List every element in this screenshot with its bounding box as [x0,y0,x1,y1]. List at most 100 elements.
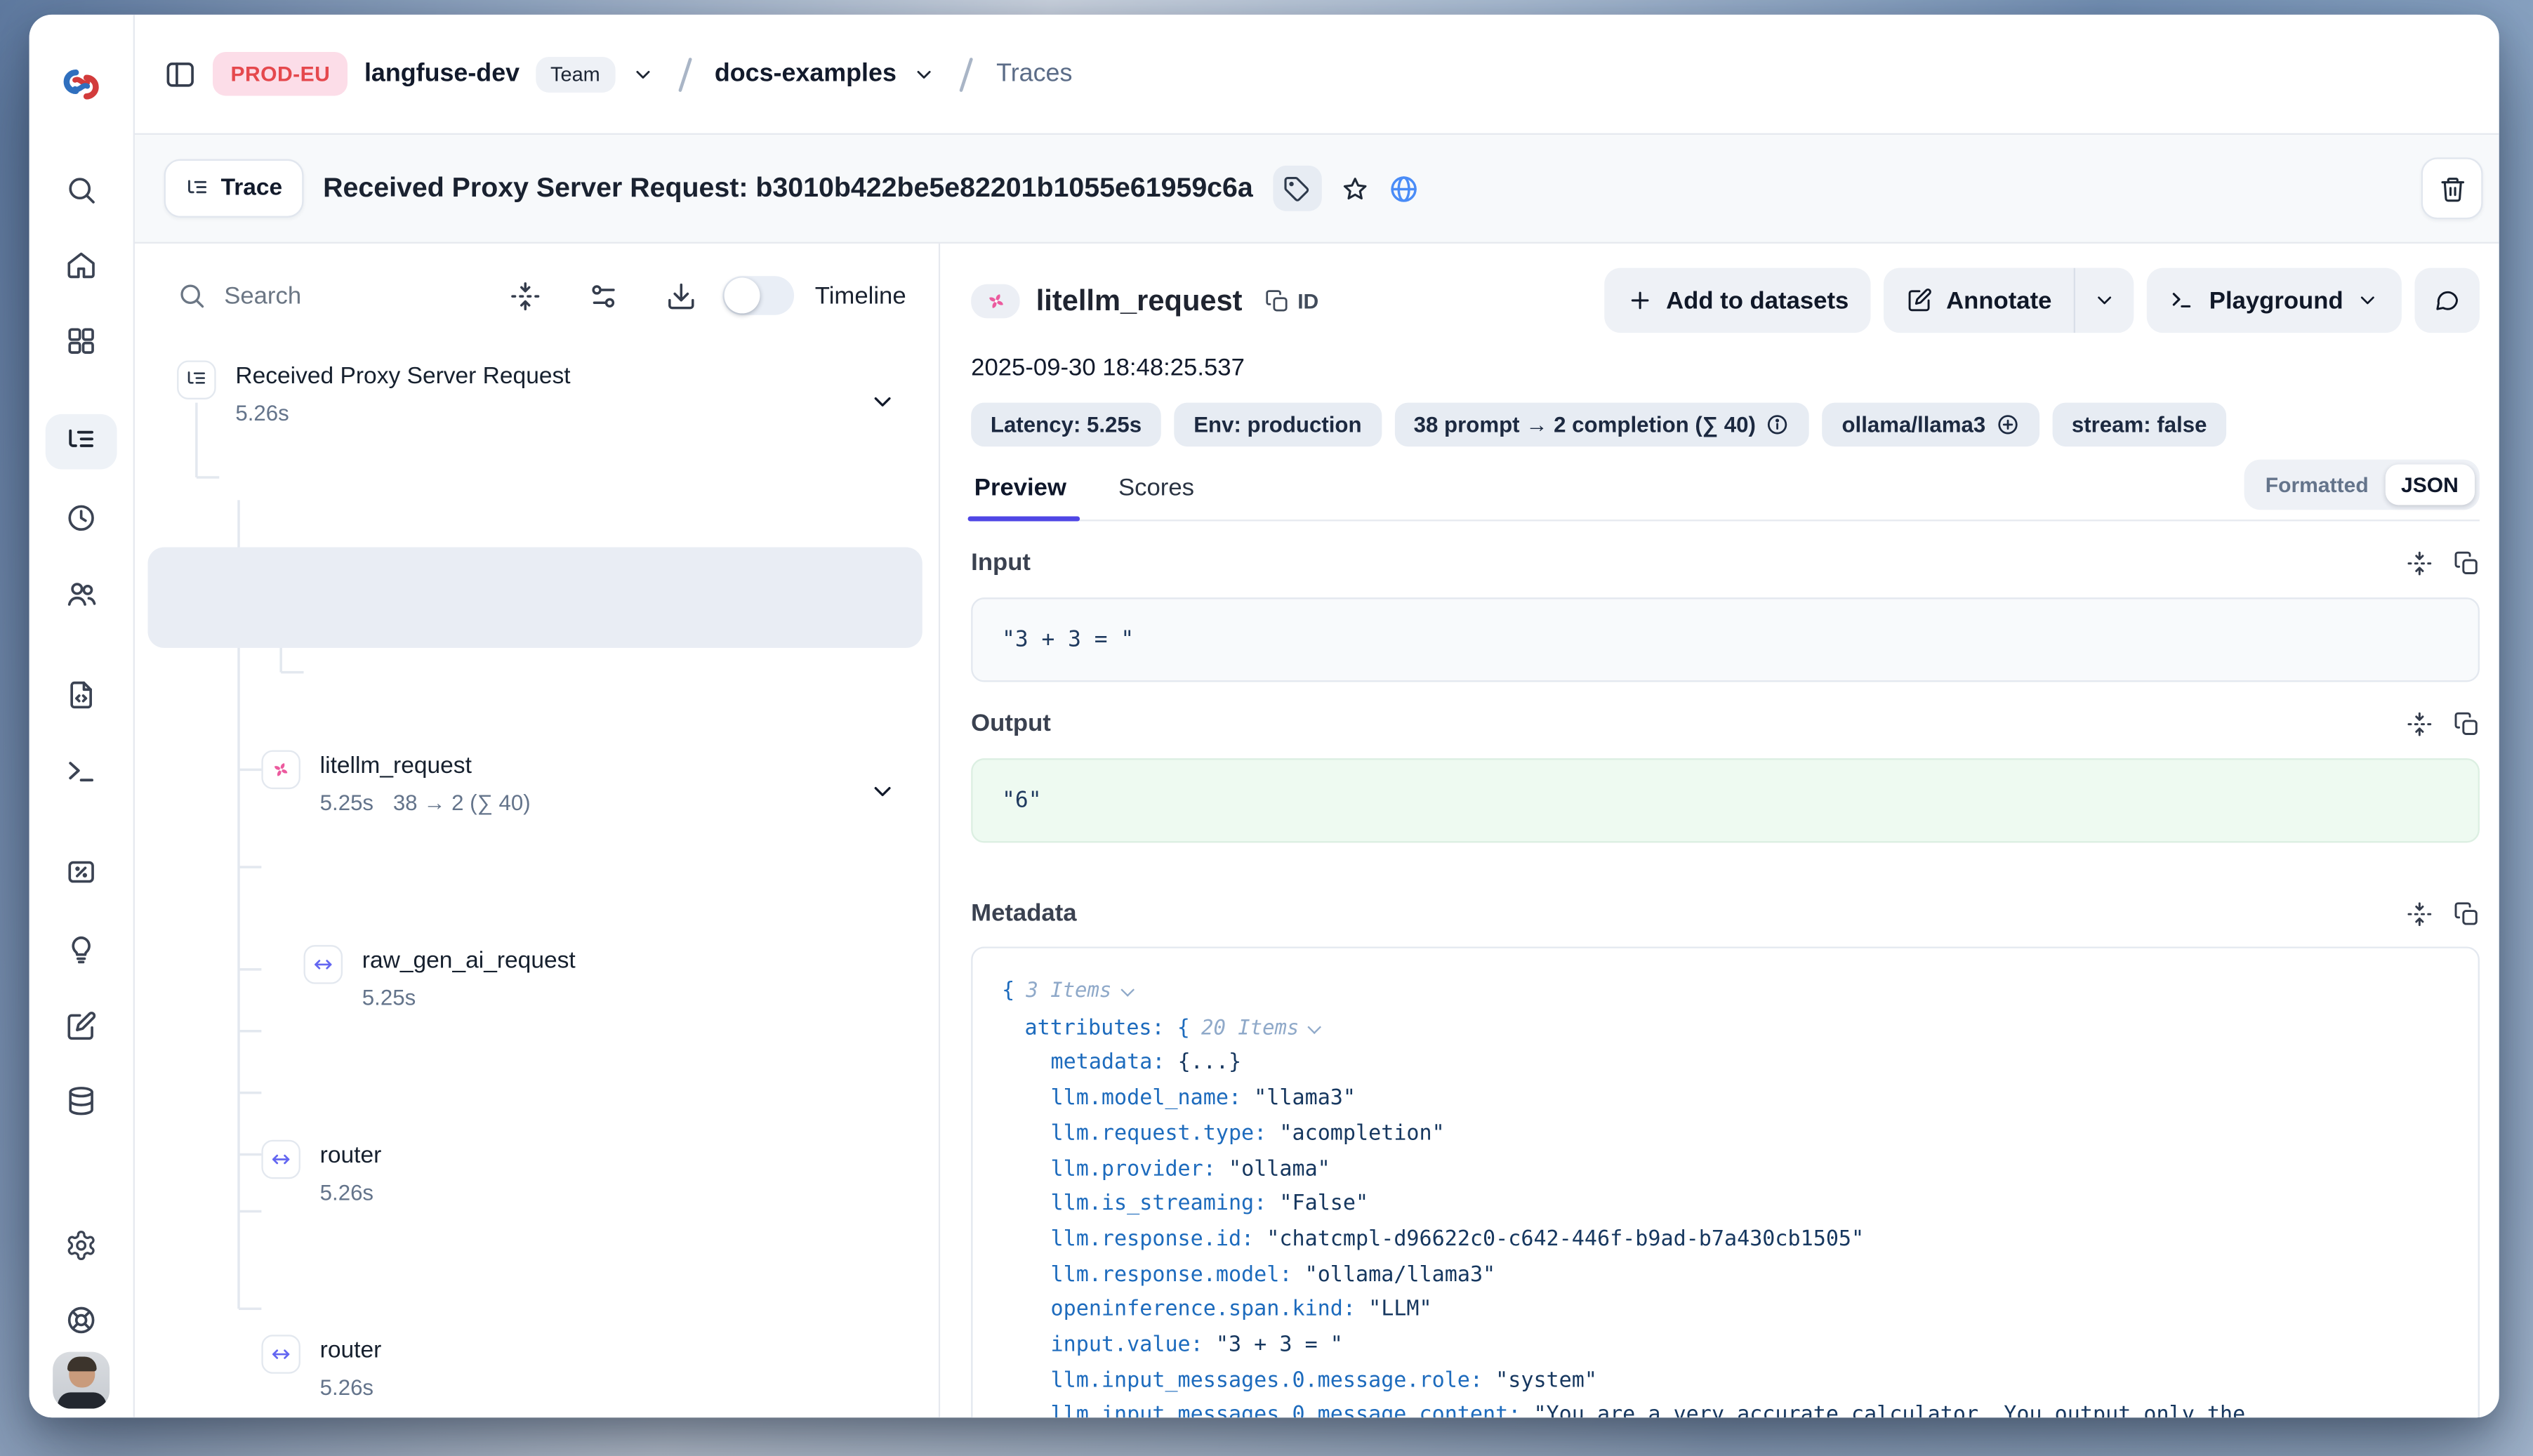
toggle-knob [724,278,760,314]
timeline-label: Timeline [815,282,906,309]
json-key: input.value: [1051,1333,1203,1358]
json-line: metadata: {...} [1002,1047,2449,1082]
output-section-header: Output [971,710,2480,737]
environment-badge[interactable]: PROD-EU [213,52,348,95]
rail-users-icon[interactable] [46,567,117,622]
tree-node-router[interactable]: router [135,1007,939,1055]
rail-insights-lightbulb-icon[interactable] [46,922,117,978]
tree-node-router[interactable]: router5.26s [135,847,939,932]
copy-icon[interactable] [2454,550,2480,576]
tree-node-received-proxy-server-request[interactable]: Received Proxy Server Request5.26s [135,458,939,542]
org-type-badge: Team [536,56,614,92]
user-avatar[interactable] [53,1352,110,1409]
avatar-shirt [57,1392,105,1408]
metadata-section-icons [2407,901,2480,927]
json-option[interactable]: JSON [2385,465,2475,505]
json-key: llm.model_name: [1051,1087,1242,1111]
tab-preview[interactable]: Preview [971,474,1089,519]
playground-button[interactable]: Playground [2148,268,2402,333]
collapse-chevron-icon[interactable] [868,388,896,424]
comments-button[interactable] [2414,268,2480,333]
rail-search-icon[interactable] [46,162,117,218]
rail-support-lifebuoy-icon[interactable] [46,1292,117,1348]
tree-node-received-proxy-server-request[interactable]: Received Proxy Server Request 5.26s [135,360,939,444]
tab-scores[interactable]: Scores [1115,474,1217,519]
tags-button[interactable] [1273,166,1321,211]
public-globe-button[interactable] [1388,173,1419,204]
breadcrumb-separator [677,57,691,91]
langfuse-logo-icon[interactable] [60,63,102,105]
rail-home-icon[interactable] [46,237,117,293]
annotate-button[interactable]: Annotate [1884,268,2075,333]
json-line: llm.request.type: "acompletion" [1002,1117,2449,1152]
plus-circle-icon[interactable] [1995,413,2020,437]
rail-annotation-file-pen-icon[interactable] [46,998,117,1054]
tree-node-router[interactable]: router5.26s [135,750,939,835]
copy-id-button[interactable]: ID [1265,289,1318,313]
breadcrumb: PROD-EU langfuse-dev Team docs-examples … [135,15,2499,135]
fold-vertical-icon[interactable] [2407,550,2433,576]
breadcrumb-page[interactable]: Traces [996,59,1072,88]
json-collapse-toggle[interactable]: 20 Items [1201,1014,1317,1039]
tree-node-proxy-pre-call[interactable]: proxy_pre_call [135,1068,939,1117]
tree-node-raw-gen-ai-request[interactable]: raw_gen_ai_request5.25s [135,653,939,737]
json-line: llm.input_messages.0.message.content: "Y… [1002,1399,2449,1418]
sidebar-toggle-button[interactable] [164,58,197,90]
org-name[interactable]: langfuse-dev [364,59,520,88]
rail-playground-terminal-icon[interactable] [46,743,117,799]
copy-icon[interactable] [2454,901,2480,927]
fold-vertical-icon[interactable] [2407,901,2433,927]
main-column: PROD-EU langfuse-dev Team docs-examples … [135,15,2499,1417]
rail-dashboard-grid-icon[interactable] [46,313,117,369]
json-value: "You are a very accurate calculator. You… [1533,1403,2245,1417]
tree-node-metrics: 5.26s [235,401,289,425]
org-chevron-down-icon[interactable] [631,62,654,85]
rail-tracing-tree-icon[interactable] [46,414,117,470]
langfuse-app-window: PROD-EU langfuse-dev Team docs-examples … [29,15,2499,1417]
json-collapse-toggle[interactable]: 3 Items [1026,977,1129,1002]
tree-search-input[interactable] [224,282,402,309]
rail-datasets-database-icon[interactable] [46,1073,117,1129]
bookmark-star-button[interactable] [1341,175,1368,202]
output-section-icons [2407,710,2480,736]
formatted-option[interactable]: Formatted [2249,465,2385,505]
delete-trace-button[interactable] [2421,157,2483,219]
rail-evaluation-percent-icon[interactable] [46,845,117,900]
json-value: "3 + 3 = " [1216,1333,1343,1358]
span-badge: 38 prompt → 2 completion (∑ 40) [1394,403,1809,446]
download-icon[interactable] [666,280,696,311]
json-line: llm.input_messages.0.message.role: "syst… [1002,1363,2449,1398]
sliders-icon[interactable] [588,280,619,311]
add-to-datasets-button[interactable]: Add to datasets [1604,268,1872,333]
rail-sessions-clock-icon[interactable] [46,491,117,546]
tracing-tree-icon [177,360,216,399]
avatar-hair [67,1357,96,1372]
input-section-icons [2407,550,2480,576]
tree-node-router[interactable]: router [135,1130,939,1179]
timeline-toggle[interactable] [722,276,794,315]
copy-icon[interactable] [2454,710,2480,736]
tree-node-self[interactable]: self5.23s [135,1290,939,1374]
tree-node-self[interactable]: self5.23s [135,1192,939,1276]
id-label: ID [1297,289,1318,313]
fold-vertical-icon[interactable] [2407,710,2433,736]
annotate-dropdown-chevron[interactable] [2076,268,2134,333]
json-line: llm.model_name: "llama3" [1002,1082,2449,1117]
tree-search[interactable] [177,281,510,310]
json-key: llm.response.id: [1051,1227,1255,1252]
tree-node-proxy-pre-call[interactable]: proxy_pre_call [135,945,939,993]
info-icon[interactable] [1766,413,1790,437]
json-key: llm.response.model: [1051,1263,1292,1288]
span-header: litellm_request ID Add to datasets [971,268,2480,333]
rail-prompts-file-code-icon[interactable] [46,668,117,723]
project-chevron-down-icon[interactable] [913,62,935,85]
json-line: llm.provider: "ollama" [1002,1152,2449,1187]
rail-settings-gear-icon[interactable] [46,1218,117,1273]
metadata-json-viewer: {3 Itemsattributes: {20 Itemsmetadata: {… [971,946,2480,1417]
project-name[interactable]: docs-examples [715,59,897,88]
tree-node-label: Received Proxy Server Request [235,364,570,390]
tree-toolbar-icons [510,280,696,311]
input-section-header: Input [971,549,2480,576]
fold-vertical-icon[interactable] [510,280,541,311]
tree-node-litellm-request[interactable]: litellm_request5.25s38 → 2 (∑ 40) [135,555,939,640]
